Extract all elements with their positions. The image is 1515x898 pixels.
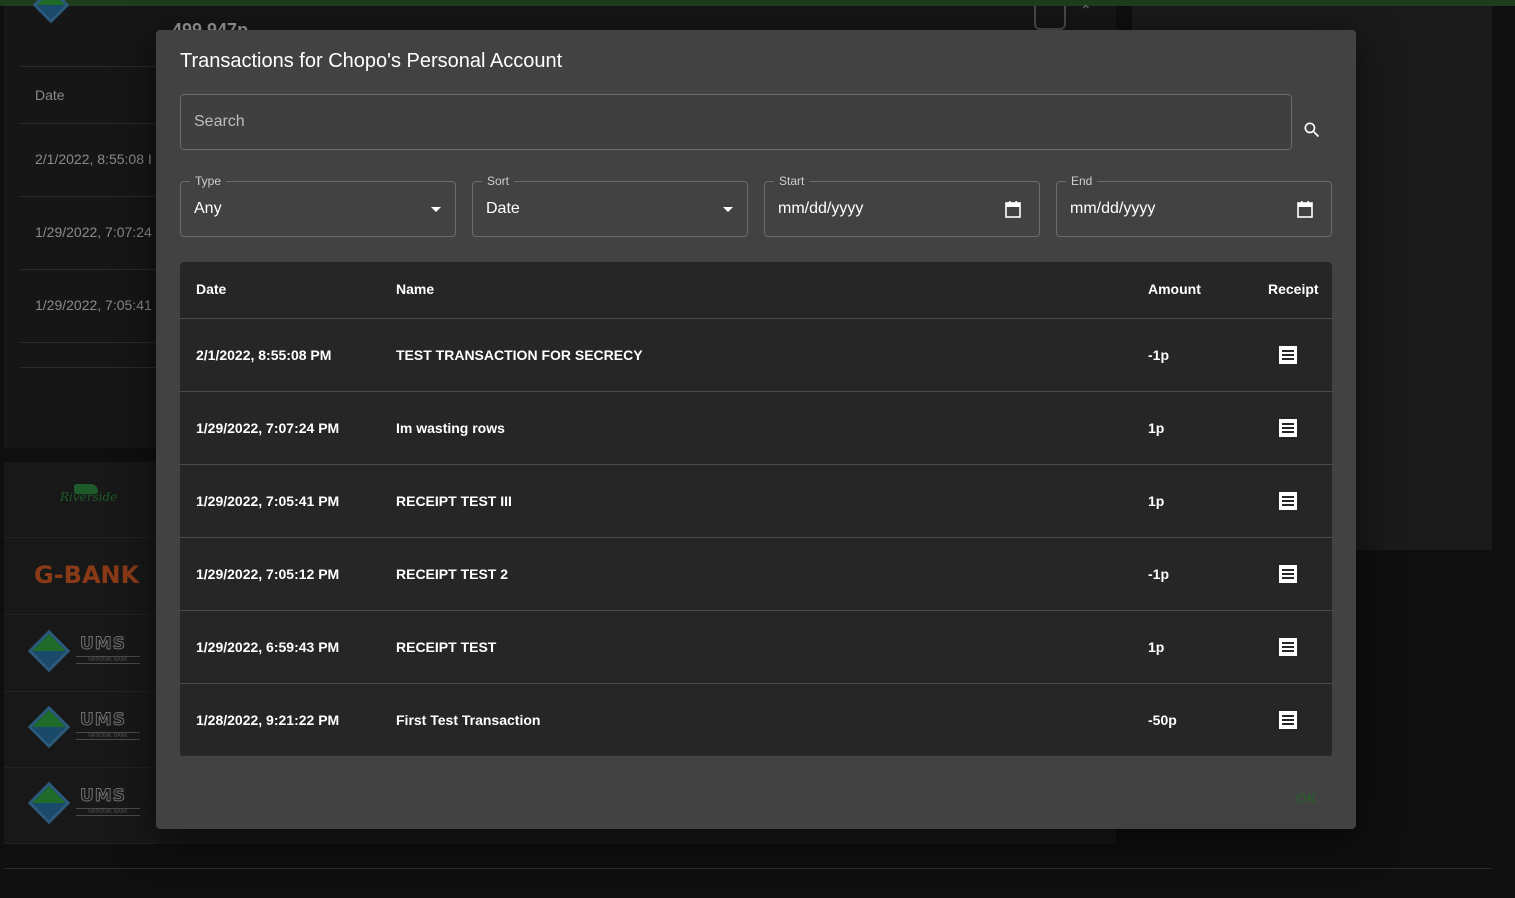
ums-logo-subtext: NATIONAL BANK <box>76 732 140 740</box>
type-value: Any <box>194 200 222 217</box>
background-table-row: 1/29/2022, 7:07:24 <box>20 197 160 270</box>
end-value: mm/dd/yyyy <box>1070 200 1156 217</box>
end-date-input[interactable]: End mm/dd/yyyy <box>1056 174 1332 237</box>
search-icon[interactable] <box>1302 120 1322 140</box>
receipt-icon[interactable] <box>1278 564 1298 584</box>
chevron-up-icon[interactable]: ⌃ <box>1080 2 1092 19</box>
row-date: 1/29/2022, 7:05:12 PM <box>196 566 340 582</box>
background-table-header: Date <box>20 66 160 124</box>
riverside-logo-text: Riverside <box>60 490 118 504</box>
gbank-logo-text: G-BANK <box>34 561 140 589</box>
row-amount: 1p <box>1148 639 1165 655</box>
row-date: 1/29/2022, 6:59:43 PM <box>196 639 340 655</box>
search-input[interactable] <box>181 95 1291 149</box>
calendar-icon[interactable] <box>1005 200 1021 218</box>
receipt-column-header: Receipt <box>1268 281 1319 297</box>
transactions-dialog: Transactions for Chopo's Personal Accoun… <box>156 30 1356 829</box>
dialog-title: Transactions for Chopo's Personal Accoun… <box>180 50 563 72</box>
row-amount: 1p <box>1148 493 1165 509</box>
background-table-row <box>20 342 160 368</box>
row-name: RECEIPT TEST <box>396 639 497 655</box>
row-name: RECEIPT TEST III <box>396 493 512 509</box>
table-row[interactable]: 1/28/2022, 9:21:22 PM First Test Transact… <box>180 684 1332 757</box>
row-name: RECEIPT TEST 2 <box>396 566 509 582</box>
ums-logo[interactable]: UMS NATIONAL BANK <box>4 692 156 768</box>
ums-logo-text: UMS <box>80 634 126 655</box>
ums-diamond-icon <box>27 781 71 825</box>
start-label: Start <box>774 174 810 188</box>
ums-logo[interactable]: UMS NATIONAL BANK <box>4 768 156 844</box>
ums-diamond-icon <box>27 705 71 749</box>
row-date: 2/1/2022, 8:55:08 PM <box>196 347 332 363</box>
ums-logo-text: UMS <box>80 710 126 731</box>
row-amount: -50p <box>1148 712 1177 728</box>
sort-select[interactable]: Sort Date <box>472 174 748 237</box>
row-name: TEST TRANSACTION FOR SECRECY <box>396 347 643 363</box>
receipt-icon[interactable] <box>1278 710 1298 730</box>
date-column-header[interactable]: Date <box>196 281 226 297</box>
background-table-row: 1/29/2022, 7:05:41 <box>20 270 160 343</box>
ums-diamond-icon <box>27 629 71 673</box>
table-row[interactable]: 2/1/2022, 8:55:08 PM TEST TRANSACTION FOR… <box>180 319 1332 392</box>
sort-label: Sort <box>482 174 515 188</box>
dropdown-arrow-icon <box>723 207 733 212</box>
row-amount: -1p <box>1148 347 1169 363</box>
transactions-table: Date Name Amount Receipt 2/1/2022, 8:55:… <box>180 262 1332 757</box>
dropdown-arrow-icon <box>431 207 441 212</box>
table-header: Date Name Amount Receipt <box>180 262 1332 319</box>
calendar-icon[interactable] <box>1297 200 1313 218</box>
row-date: 1/29/2022, 7:07:24 PM <box>196 420 340 436</box>
row-date: 1/29/2022, 7:05:41 PM <box>196 493 340 509</box>
riverside-logo[interactable]: Riverside <box>4 462 156 538</box>
table-row[interactable]: 1/29/2022, 6:59:43 PM RECEIPT TEST 1p <box>180 611 1332 684</box>
ok-button[interactable]: OK <box>1296 790 1317 806</box>
background-date-header: Date <box>35 87 65 103</box>
end-label: End <box>1066 174 1098 188</box>
row-amount: -1p <box>1148 566 1169 582</box>
background-row-date: 1/29/2022, 7:07:24 <box>35 224 152 240</box>
row-amount: 1p <box>1148 420 1165 436</box>
receipt-icon[interactable] <box>1278 637 1298 657</box>
table-row[interactable]: 1/29/2022, 7:05:12 PM RECEIPT TEST 2 -1p <box>180 538 1332 611</box>
receipt-icon[interactable] <box>1278 418 1298 438</box>
row-name: First Test Transaction <box>396 712 541 728</box>
ums-logo-subtext: NATIONAL BANK <box>76 656 140 664</box>
ums-logo-text: UMS <box>80 786 126 807</box>
ums-logo-subtext: NATIONAL BANK <box>76 808 140 816</box>
search-field[interactable] <box>180 94 1292 150</box>
start-value: mm/dd/yyyy <box>778 200 864 217</box>
row-name: Im wasting rows <box>396 420 505 436</box>
table-row[interactable]: 1/29/2022, 7:05:41 PM RECEIPT TEST III 1p <box>180 465 1332 538</box>
background-row-date: 2/1/2022, 8:55:08 I <box>35 151 152 167</box>
user-icon[interactable] <box>1034 6 1066 30</box>
receipt-icon[interactable] <box>1278 491 1298 511</box>
table-row[interactable]: 1/29/2022, 7:07:24 PM Im wasting rows 1p <box>180 392 1332 465</box>
type-select[interactable]: Type Any <box>180 174 456 237</box>
type-label: Type <box>190 174 227 188</box>
receipt-icon[interactable] <box>1278 345 1298 365</box>
background-row-date: 1/29/2022, 7:05:41 <box>35 297 152 313</box>
name-column-header[interactable]: Name <box>396 281 434 297</box>
ums-logo[interactable]: UMS NATIONAL BANK <box>4 616 156 692</box>
row-date: 1/28/2022, 9:21:22 PM <box>196 712 340 728</box>
gbank-logo[interactable]: G-BANK <box>4 539 156 615</box>
sort-value: Date <box>486 200 520 217</box>
divider <box>4 868 1492 869</box>
background-table-row: 2/1/2022, 8:55:08 I <box>20 124 160 197</box>
amount-column-header[interactable]: Amount <box>1148 281 1201 297</box>
start-date-input[interactable]: Start mm/dd/yyyy <box>764 174 1040 237</box>
